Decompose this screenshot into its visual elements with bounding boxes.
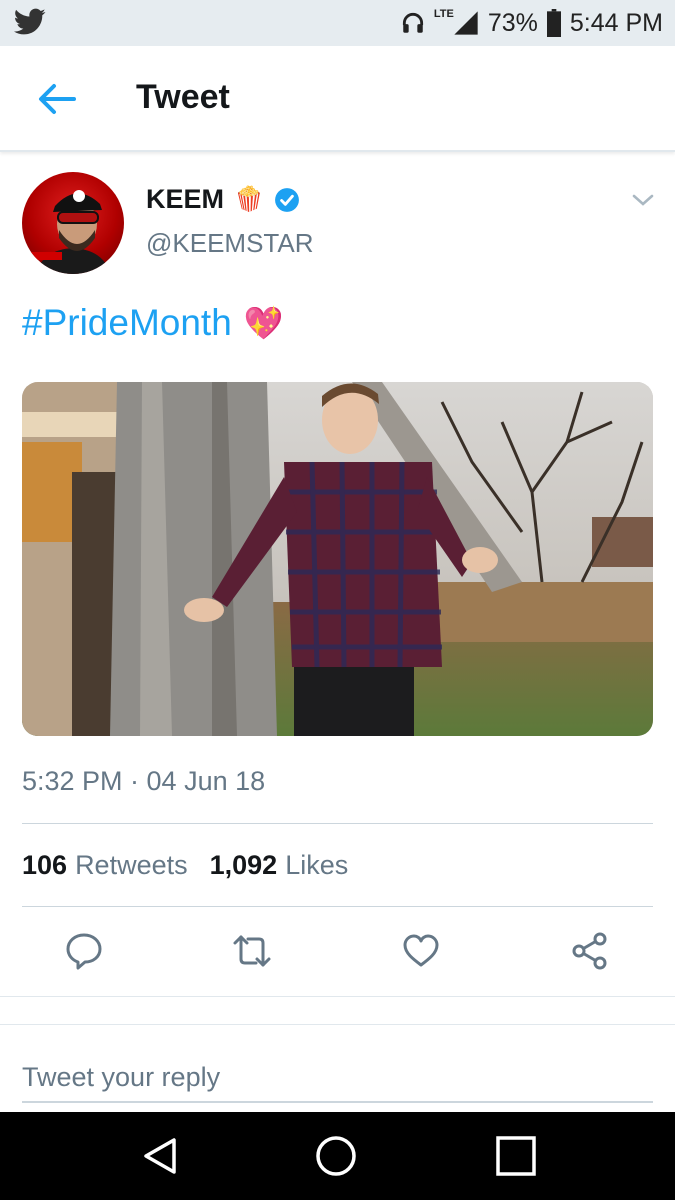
- media-image: [22, 382, 653, 736]
- verified-badge-icon: [274, 187, 299, 212]
- reply-composer: [0, 1024, 675, 1113]
- status-right: LTE 73% 5:44 PM: [400, 0, 663, 46]
- app-header: Tweet: [0, 46, 675, 152]
- retweet-icon[interactable]: [232, 931, 272, 971]
- battery-percent: 73%: [487, 8, 538, 37]
- heart-emoji: 💖: [243, 305, 284, 341]
- battery-icon: [546, 9, 561, 37]
- author-handle[interactable]: @KEEMSTAR: [146, 228, 314, 259]
- retweets-stat[interactable]: 106 Retweets: [22, 850, 188, 881]
- chevron-down-icon[interactable]: [630, 190, 656, 210]
- tweet-media[interactable]: [22, 382, 653, 736]
- tweet-text: #PrideMonth 💖: [22, 302, 284, 344]
- share-icon[interactable]: [570, 931, 610, 971]
- author-name: KEEM: [146, 184, 225, 214]
- likes-stat[interactable]: 1,092 Likes: [210, 850, 349, 881]
- avatar-portrait: [30, 190, 110, 274]
- author-name-row[interactable]: KEEM 🍿: [146, 184, 300, 215]
- system-nav-bar: [0, 1112, 675, 1200]
- popcorn-emoji: 🍿: [234, 186, 264, 213]
- reply-input[interactable]: [22, 1053, 653, 1103]
- tweet-stats: 106 Retweets 1,092 Likes: [22, 850, 348, 881]
- like-icon[interactable]: [401, 931, 441, 971]
- network-label: LTE: [433, 8, 454, 20]
- retweets-count: 106: [22, 850, 68, 880]
- reply-icon[interactable]: [64, 931, 104, 971]
- recents-square-icon[interactable]: [494, 1134, 538, 1178]
- retweets-label: Retweets: [75, 850, 188, 880]
- tweet-timestamp[interactable]: 5:32 PM · 04 Jun 18: [22, 766, 265, 797]
- likes-label: Likes: [285, 850, 349, 880]
- hashtag-link[interactable]: #PrideMonth: [22, 302, 232, 344]
- tweet-actions: [0, 925, 675, 985]
- headphones-icon: [402, 12, 423, 33]
- twitter-bird-icon: [14, 8, 46, 35]
- divider: [0, 996, 675, 997]
- status-bar: LTE 73% 5:44 PM: [0, 0, 675, 46]
- divider: [22, 906, 653, 907]
- divider: [22, 823, 653, 824]
- clock: 5:44 PM: [569, 8, 663, 37]
- avatar[interactable]: [22, 172, 124, 274]
- likes-count: 1,092: [209, 850, 278, 880]
- back-triangle-icon[interactable]: [138, 1134, 182, 1178]
- home-circle-icon[interactable]: [314, 1134, 358, 1178]
- back-arrow-icon[interactable]: [36, 82, 76, 116]
- page-title: Tweet: [136, 78, 230, 116]
- signal-icon: [454, 11, 478, 35]
